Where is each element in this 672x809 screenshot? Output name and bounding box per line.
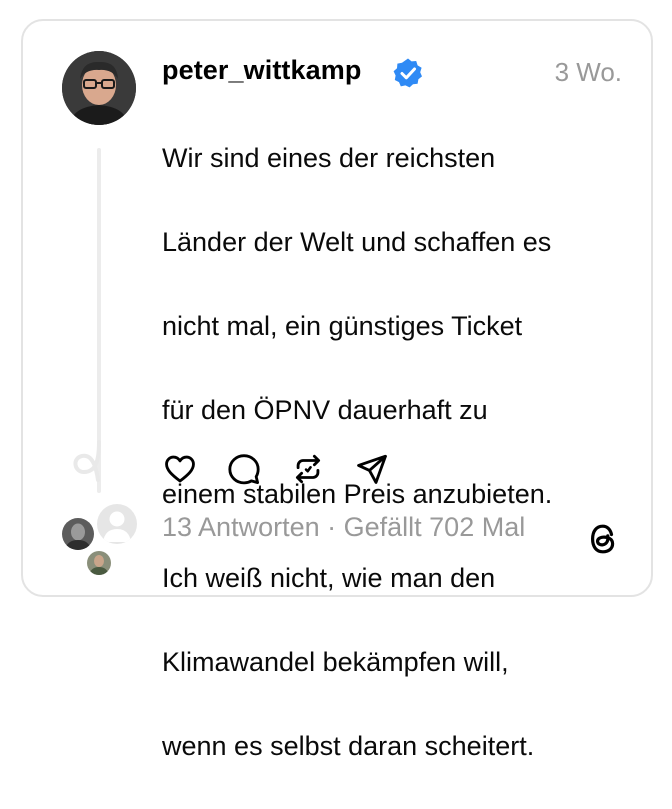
post-text-line: nicht mal, ein günstiges Ticket — [162, 311, 523, 341]
share-button[interactable] — [354, 451, 390, 487]
replier-avatar — [60, 516, 96, 552]
like-button[interactable] — [162, 451, 198, 487]
replier-avatar — [85, 549, 113, 577]
action-bar — [162, 451, 418, 487]
post-text-line: Wir sind eines der reichsten — [162, 143, 496, 173]
send-paper-plane-icon — [357, 454, 387, 484]
likes-count-link[interactable]: Gefällt 702 Mal — [344, 512, 526, 542]
author-avatar[interactable] — [62, 51, 136, 125]
reply-button[interactable] — [226, 451, 262, 487]
replies-count-link[interactable]: 13 Antworten — [162, 512, 320, 542]
repost-icon — [295, 454, 321, 484]
replier-avatar-placeholder — [95, 502, 139, 546]
post-text-line: wenn es selbst daran scheitert. — [162, 731, 535, 761]
comment-bubble-icon — [228, 454, 260, 485]
post-stats: 13 Antworten · Gefällt 702 Mal — [162, 512, 525, 543]
threads-logo-icon[interactable] — [584, 520, 622, 558]
post-text-line: Ich weiß nicht, wie man den — [162, 563, 496, 593]
stats-separator: · — [319, 512, 344, 542]
heart-icon — [165, 455, 195, 483]
post-text-line: Länder der Welt und schaffen es — [162, 227, 552, 257]
verified-badge-icon — [393, 58, 422, 88]
thread-loop-icon — [73, 440, 101, 482]
author-username[interactable]: peter_wittkamp — [162, 55, 361, 86]
post-timestamp[interactable]: 3 Wo. — [555, 57, 622, 88]
post-text-line: für den ÖPNV dauerhaft zu — [162, 395, 488, 425]
post-text-line: Klimawandel bekämpfen will, — [162, 647, 509, 677]
repost-button[interactable] — [290, 451, 326, 487]
post-header: peter_wittkamp 3 Wo. — [162, 53, 622, 93]
